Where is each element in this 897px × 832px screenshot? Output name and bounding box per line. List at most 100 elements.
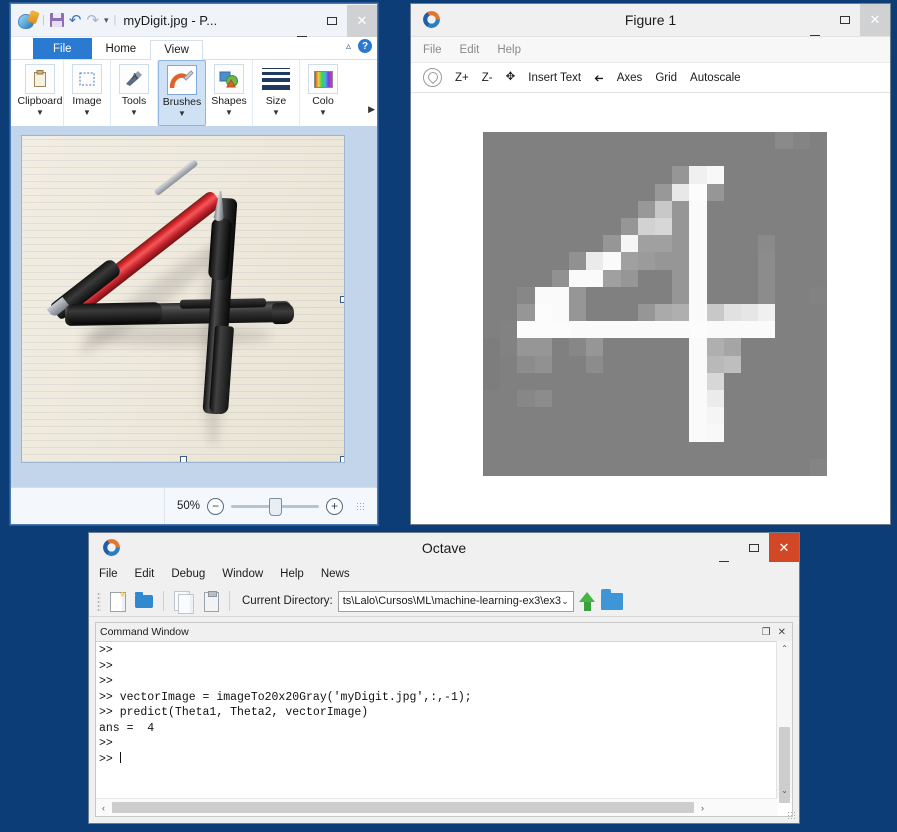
octave-toolbar[interactable]: Current Directory: ts\Lalo\Cursos\ML\mac… (89, 586, 799, 617)
pan-tool-icon[interactable]: ✥ (506, 71, 516, 84)
zoom-in-button[interactable]: + (326, 497, 343, 515)
help-question-icon[interactable]: ? (358, 39, 372, 53)
customize-qat-icon[interactable]: ▾ (104, 15, 109, 26)
figure-minimize-button[interactable] (800, 4, 830, 43)
close-panel-icon[interactable]: ✕ (778, 627, 786, 638)
octave-menu-debug[interactable]: Debug (171, 568, 205, 580)
tab-home[interactable]: Home (92, 39, 151, 59)
ribbon-group-shapes[interactable]: Shapes ▼ (206, 60, 253, 126)
save-icon[interactable] (49, 13, 64, 27)
tab-file[interactable]: File (33, 38, 92, 59)
horizontal-scroll-thumb[interactable] (112, 802, 694, 813)
zoom-in-button[interactable]: Z+ (455, 72, 469, 84)
image-caret-icon[interactable]: ▼ (83, 108, 91, 117)
undo-icon[interactable]: ↶ (69, 13, 82, 28)
figure-menu-file[interactable]: File (423, 44, 442, 56)
redo-icon[interactable]: ↷ (86, 13, 99, 28)
zoom-slider[interactable] (231, 497, 319, 516)
quick-access-toolbar[interactable]: | ↶ ↷ ▾ | (11, 9, 116, 29)
zoom-slider-thumb[interactable] (269, 497, 282, 516)
figure-window-controls[interactable]: ✕ (800, 4, 890, 36)
new-script-icon[interactable] (106, 591, 128, 612)
figure-menu-help[interactable]: Help (497, 44, 521, 56)
ribbon-group-clipboard[interactable]: Clipboard ▼ (17, 60, 64, 126)
octave-minimize-button[interactable] (709, 533, 739, 569)
ribbon-group-image[interactable]: Image ▼ (64, 60, 111, 126)
octave-close-button[interactable]: ✕ (769, 533, 799, 562)
figure-maximize-button[interactable] (830, 4, 860, 36)
paint-canvas-area[interactable] (11, 126, 377, 488)
overflow-arrow-icon[interactable]: ▶ (368, 104, 375, 115)
paint-window[interactable]: | ↶ ↷ ▾ | myDigit.jpg - P... ✕ File Home… (10, 3, 378, 525)
ribbon-group-brushes[interactable]: Brushes ▼ (158, 60, 206, 126)
colors-caret-icon[interactable]: ▼ (319, 108, 327, 117)
tools-caret-icon[interactable]: ▼ (130, 108, 138, 117)
resize-grip-icon[interactable] (356, 501, 365, 511)
toolbar-drag-handle[interactable] (97, 591, 101, 611)
select-cursor-icon[interactable]: ➔ (594, 71, 604, 85)
selection-handle-corner[interactable] (340, 456, 344, 462)
octave-window[interactable]: Octave ✕ File Edit Debug Window Help New… (88, 532, 800, 824)
command-window-body[interactable]: >> >> >> >> vectorImage = imageTo20x20Gray(… (96, 641, 792, 816)
scroll-left-icon[interactable]: ‹ (96, 803, 111, 813)
figure-toolbar[interactable]: Z+ Z- ✥ Insert Text ➔ Axes Grid Autoscal… (411, 63, 890, 93)
tab-view[interactable]: View (150, 40, 203, 60)
chevron-down-icon[interactable]: ⌄ (561, 596, 569, 607)
pens-forming-digit-four-photo[interactable] (21, 135, 345, 463)
axes-button[interactable]: Axes (617, 72, 643, 84)
command-window-panel[interactable]: Command Window ❐ ✕ >> >> >> >> vectorImage … (95, 622, 793, 817)
ribbon-help-area[interactable]: ▵ ? (346, 39, 372, 53)
shapes-caret-icon[interactable]: ▼ (225, 108, 233, 117)
scroll-right-icon[interactable]: › (695, 803, 710, 813)
paste-icon[interactable] (199, 591, 221, 612)
ribbon-group-colors[interactable]: Colo ▼ (300, 60, 346, 126)
grid-button[interactable]: Grid (655, 72, 677, 84)
clipboard-caret-icon[interactable]: ▼ (36, 108, 44, 117)
paint-ribbon[interactable]: Clipboard ▼ Image ▼ A Tools ▼ Brushes ▼ (11, 60, 377, 127)
zoom-out-button[interactable]: − (207, 497, 224, 515)
octave-menu-file[interactable]: File (99, 568, 118, 580)
selection-handle-bottom[interactable] (180, 456, 187, 462)
figure-menu-edit[interactable]: Edit (460, 44, 480, 56)
brushes-caret-icon[interactable]: ▼ (178, 109, 186, 118)
octave-maximize-button[interactable] (739, 533, 769, 562)
selection-handle-right[interactable] (340, 296, 344, 303)
octave-resize-grip-icon[interactable] (787, 811, 796, 820)
paint-window-controls[interactable]: ✕ (287, 5, 377, 37)
octave-menu-window[interactable]: Window (222, 568, 263, 580)
autoscale-button[interactable]: Autoscale (690, 72, 741, 84)
paint-close-button[interactable]: ✕ (347, 5, 377, 37)
paint-ribbon-tabs[interactable]: File Home View ▵ ? (11, 37, 377, 60)
rotate-tool-icon[interactable] (423, 68, 442, 87)
octave-menu-edit[interactable]: Edit (135, 568, 155, 580)
figure-close-button[interactable]: ✕ (860, 4, 890, 36)
up-directory-icon[interactable] (578, 591, 596, 611)
octave-menu-bar[interactable]: File Edit Debug Window Help News (89, 562, 799, 586)
paint-maximize-button[interactable] (317, 5, 347, 37)
paint-title-bar[interactable]: | ↶ ↷ ▾ | myDigit.jpg - P... ✕ (11, 4, 377, 37)
vertical-scrollbar[interactable]: ⌃ ⌄ (776, 641, 792, 803)
ribbon-group-tools[interactable]: A Tools ▼ (111, 60, 158, 126)
copy-icon[interactable] (172, 591, 194, 614)
current-directory-input[interactable]: ts\Lalo\Cursos\ML\machine-learning-ex3\e… (337, 590, 574, 612)
octave-window-controls[interactable]: ✕ (709, 533, 799, 562)
octave-menu-help[interactable]: Help (280, 568, 304, 580)
undock-icon[interactable]: ❐ (762, 627, 771, 638)
browse-directory-icon[interactable] (600, 588, 623, 610)
zoom-out-button[interactable]: Z- (482, 72, 493, 84)
open-folder-icon[interactable] (133, 591, 155, 611)
zoom-controls[interactable]: 50% − + (165, 497, 377, 516)
octave-title-bar[interactable]: Octave ✕ (89, 533, 799, 562)
insert-text-button[interactable]: Insert Text (528, 72, 581, 84)
scroll-up-icon[interactable]: ⌃ (777, 641, 792, 656)
command-window-text[interactable]: >> >> >> >> vectorImage = imageTo20x20Gray(… (99, 643, 774, 796)
figure-title-bar[interactable]: Figure 1 ✕ (411, 4, 890, 37)
figure-plot-area[interactable] (419, 99, 882, 516)
figure-window[interactable]: Figure 1 ✕ File Edit Help Z+ Z- ✥ Insert… (410, 3, 891, 525)
octave-menu-news[interactable]: News (321, 568, 350, 580)
digit-20x20-grayscale-image[interactable] (483, 132, 827, 476)
size-caret-icon[interactable]: ▼ (272, 108, 280, 117)
scroll-down-icon[interactable]: ⌄ (777, 783, 792, 798)
horizontal-scrollbar[interactable]: ‹ › (96, 798, 777, 816)
ribbon-group-size[interactable]: Size ▼ (253, 60, 300, 126)
